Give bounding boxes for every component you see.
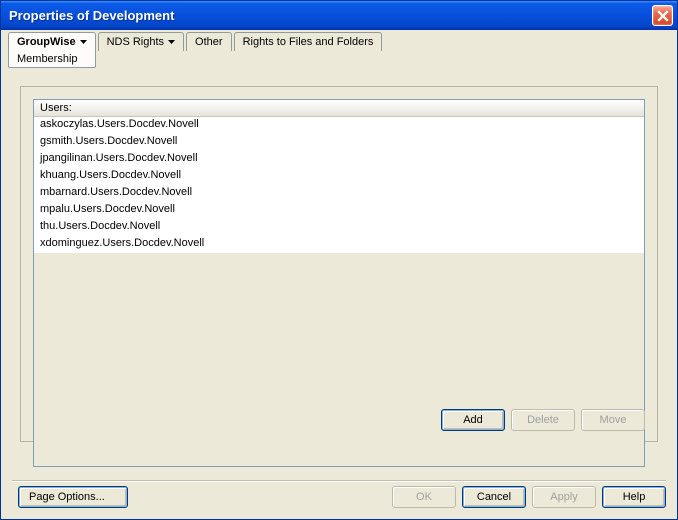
tab-rights-files-label: Rights to Files and Folders: [243, 36, 374, 48]
separator: [12, 480, 666, 482]
client-area: GroupWise Membership NDS Rights Other: [4, 30, 674, 516]
chevron-down-icon: [80, 40, 87, 44]
list-item[interactable]: khuang.Users.Docdev.Novell: [34, 168, 644, 185]
list-item[interactable]: gsmith.Users.Docdev.Novell: [34, 134, 644, 151]
bottom-bar: Page Options... OK Cancel Apply Help: [12, 484, 666, 510]
tab-groupwise-label: GroupWise: [17, 36, 76, 48]
list-item[interactable]: xdominguez.Users.Docdev.Novell: [34, 236, 644, 253]
tab-nds-rights-label: NDS Rights: [107, 36, 164, 48]
chevron-down-icon: [168, 40, 175, 44]
add-button[interactable]: Add: [441, 409, 505, 431]
window-title: Properties of Development: [9, 8, 652, 23]
users-groupbox: Users: askoczylas.Users.Docdev.Novellgsm…: [20, 86, 658, 442]
title-bar: Properties of Development: [1, 1, 677, 30]
tab-rights-files[interactable]: Rights to Files and Folders: [234, 32, 383, 51]
ok-button: OK: [392, 486, 456, 508]
tab-groupwise-sub[interactable]: Membership: [8, 51, 96, 68]
list-item[interactable]: mpalu.Users.Docdev.Novell: [34, 202, 644, 219]
move-button: Move: [581, 409, 645, 431]
tab-groupwise-sub-label: Membership: [17, 53, 78, 65]
cancel-button[interactable]: Cancel: [462, 486, 526, 508]
list-actions: Add Delete Move: [441, 409, 645, 431]
users-list-header: Users:: [34, 100, 644, 117]
delete-button: Delete: [511, 409, 575, 431]
apply-button: Apply: [532, 486, 596, 508]
close-icon: [657, 10, 669, 22]
tab-strip: GroupWise Membership NDS Rights Other: [4, 30, 674, 68]
users-list-body: askoczylas.Users.Docdev.Novellgsmith.Use…: [34, 117, 644, 253]
list-item[interactable]: mbarnard.Users.Docdev.Novell: [34, 185, 644, 202]
close-button[interactable]: [652, 5, 673, 26]
tab-nds-rights[interactable]: NDS Rights: [98, 32, 184, 51]
tab-groupwise[interactable]: GroupWise: [8, 32, 96, 51]
list-item[interactable]: jpangilinan.Users.Docdev.Novell: [34, 151, 644, 168]
list-item[interactable]: thu.Users.Docdev.Novell: [34, 219, 644, 236]
list-item[interactable]: askoczylas.Users.Docdev.Novell: [34, 117, 644, 134]
tab-other[interactable]: Other: [186, 32, 232, 51]
help-button[interactable]: Help: [602, 486, 666, 508]
tab-other-label: Other: [195, 36, 223, 48]
page-options-button[interactable]: Page Options...: [18, 486, 128, 508]
